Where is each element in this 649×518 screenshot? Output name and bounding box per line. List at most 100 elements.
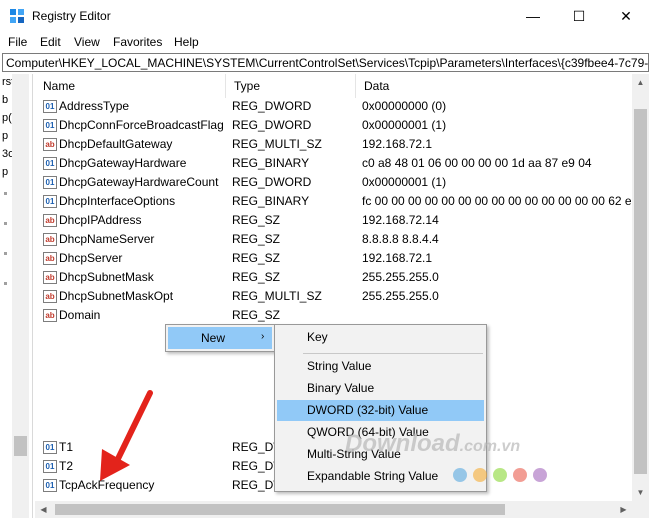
menu-view[interactable]: View: [74, 35, 100, 49]
tree-pane[interactable]: rst b p( p 3o p: [0, 74, 33, 518]
submenu-item-label: Key: [307, 330, 328, 344]
value-type: REG_SZ: [232, 270, 281, 284]
value-data: 0x00000001 (1): [362, 175, 447, 189]
value-type: REG_BINARY: [232, 156, 310, 170]
close-button[interactable]: ✕: [603, 0, 649, 32]
submenu-item-dword-32-bit-value[interactable]: DWORD (32-bit) Value: [277, 400, 484, 421]
submenu-item-string-value[interactable]: String Value: [277, 356, 484, 377]
submenu-item-binary-value[interactable]: Binary Value: [277, 378, 484, 399]
watermark-dot: [473, 468, 487, 482]
tree-scroll-thumb[interactable]: [14, 436, 27, 456]
minimize-button[interactable]: —: [510, 0, 556, 32]
submenu-item-key[interactable]: Key: [277, 327, 484, 348]
table-row[interactable]: ab Domain REG_SZ: [35, 306, 632, 325]
value-type: REG_BINARY: [232, 194, 310, 208]
registry-icon: [10, 9, 24, 23]
value-name: DhcpInterfaceOptions: [59, 194, 176, 208]
context-menu-new[interactable]: New ›: [168, 327, 272, 349]
value-type: REG_SZ: [232, 251, 281, 265]
value-data: 0x00000001 (1): [362, 118, 447, 132]
scroll-down-icon[interactable]: ▼: [632, 484, 649, 501]
table-row[interactable]: ab DhcpServer REG_SZ 192.168.72.1: [35, 249, 632, 268]
table-row[interactable]: ab DhcpSubnetMask REG_SZ 255.255.255.0: [35, 268, 632, 287]
value-name: DhcpSubnetMaskOpt: [59, 289, 174, 303]
value-type: REG_SZ: [232, 213, 281, 227]
value-name: DhcpSubnetMask: [59, 270, 154, 284]
value-data: 255.255.255.0: [362, 270, 439, 284]
column-header-type[interactable]: Type: [226, 74, 356, 98]
value-type: REG_MULTI_SZ: [232, 289, 322, 303]
value-type: REG_SZ: [232, 232, 281, 246]
value-data: 0x00000000 (0): [362, 99, 447, 113]
menu-edit[interactable]: Edit: [40, 35, 61, 49]
horizontal-scroll-thumb[interactable]: [55, 504, 505, 515]
value-data: 192.168.72.1: [362, 251, 433, 265]
value-data: 192.168.72.1: [362, 137, 433, 151]
value-name: T1: [59, 440, 74, 454]
tree-item[interactable]: b: [2, 94, 8, 106]
value-type: REG_SZ: [232, 308, 281, 322]
tree-item[interactable]: p: [2, 130, 8, 142]
string-value-icon: ab: [43, 309, 57, 322]
menu-file[interactable]: File: [8, 35, 27, 49]
column-header-data[interactable]: Data: [356, 74, 632, 98]
binary-value-icon: 01: [43, 441, 57, 454]
value-name: DhcpIPAddress: [59, 213, 142, 227]
value-name: DhcpServer: [59, 251, 123, 265]
tree-item[interactable]: p(: [2, 112, 12, 124]
watermark-dot: [533, 468, 547, 482]
value-type: REG_DWORD: [232, 175, 312, 189]
scroll-left-icon[interactable]: ◀: [35, 501, 52, 518]
scroll-right-icon[interactable]: ▶: [615, 501, 632, 518]
title-bar: Registry Editor — ☐ ✕: [0, 0, 649, 32]
table-row[interactable]: ab DhcpNameServer REG_SZ 8.8.8.8 8.8.4.4: [35, 230, 632, 249]
address-bar[interactable]: Computer\HKEY_LOCAL_MACHINE\SYSTEM\Curre…: [2, 53, 649, 72]
string-value-icon: ab: [43, 252, 57, 265]
vertical-scrollbar[interactable]: ▲ ▼: [632, 74, 649, 501]
value-data: 255.255.255.0: [362, 289, 439, 303]
tree-item[interactable]: p: [2, 166, 8, 178]
value-type: REG_DWORD: [232, 118, 312, 132]
tree-connector: [4, 252, 7, 255]
value-name: DhcpDefaultGateway: [59, 137, 173, 151]
table-row[interactable]: ab DhcpIPAddress REG_SZ 192.168.72.14: [35, 211, 632, 230]
tree-connector: [4, 222, 7, 225]
submenu-item-label: String Value: [307, 359, 372, 373]
tree-connector: [4, 192, 7, 195]
binary-value-icon: 01: [43, 157, 57, 170]
table-row[interactable]: ab DhcpSubnetMaskOpt REG_MULTI_SZ 255.255.2…: [35, 287, 632, 306]
submenu-separator: [303, 353, 483, 354]
menu-help[interactable]: Help: [174, 35, 199, 49]
value-name: DhcpGatewayHardware: [59, 156, 187, 170]
value-data: fc 00 00 00 00 00 00 00 00 00 00 00 00 0…: [362, 194, 639, 208]
value-type: REG_DWORD: [232, 99, 312, 113]
menu-favorites[interactable]: Favorites: [113, 35, 162, 49]
window-title: Registry Editor: [32, 9, 111, 23]
string-value-icon: ab: [43, 214, 57, 227]
table-row[interactable]: 01 DhcpGatewayHardware REG_BINARY c0 a8 48 …: [35, 154, 632, 173]
watermark-dot: [513, 468, 527, 482]
watermark-dot: [493, 468, 507, 482]
table-row[interactable]: 01 AddressType REG_DWORD 0x00000000 (0): [35, 97, 632, 116]
string-value-icon: ab: [43, 290, 57, 303]
maximize-button[interactable]: ☐: [556, 0, 602, 32]
table-row[interactable]: 01 DhcpConnForceBroadcastFlag REG_DWORD 0x0…: [35, 116, 632, 135]
value-name: T2: [59, 459, 74, 473]
submenu-item-label: DWORD (32-bit) Value: [307, 403, 429, 417]
binary-value-icon: 01: [43, 460, 57, 473]
string-value-icon: ab: [43, 138, 57, 151]
vertical-scroll-thumb[interactable]: [634, 109, 647, 474]
scroll-up-icon[interactable]: ▲: [632, 74, 649, 91]
binary-value-icon: 01: [43, 195, 57, 208]
column-header-name[interactable]: Name: [35, 74, 226, 98]
value-data: 192.168.72.14: [362, 213, 439, 227]
watermark-dot: [453, 468, 467, 482]
context-menu: New ›: [165, 324, 275, 352]
table-row[interactable]: 01 DhcpGatewayHardwareCount REG_DWORD 0x000…: [35, 173, 632, 192]
value-name: DhcpConnForceBroadcastFlag: [59, 118, 224, 132]
binary-value-icon: 01: [43, 119, 57, 132]
table-row[interactable]: ab DhcpDefaultGateway REG_MULTI_SZ 192.168.…: [35, 135, 632, 154]
string-value-icon: ab: [43, 233, 57, 246]
table-row[interactable]: 01 DhcpInterfaceOptions REG_BINARY fc 00 00…: [35, 192, 638, 211]
horizontal-scrollbar[interactable]: ◀ ▶: [35, 501, 632, 518]
